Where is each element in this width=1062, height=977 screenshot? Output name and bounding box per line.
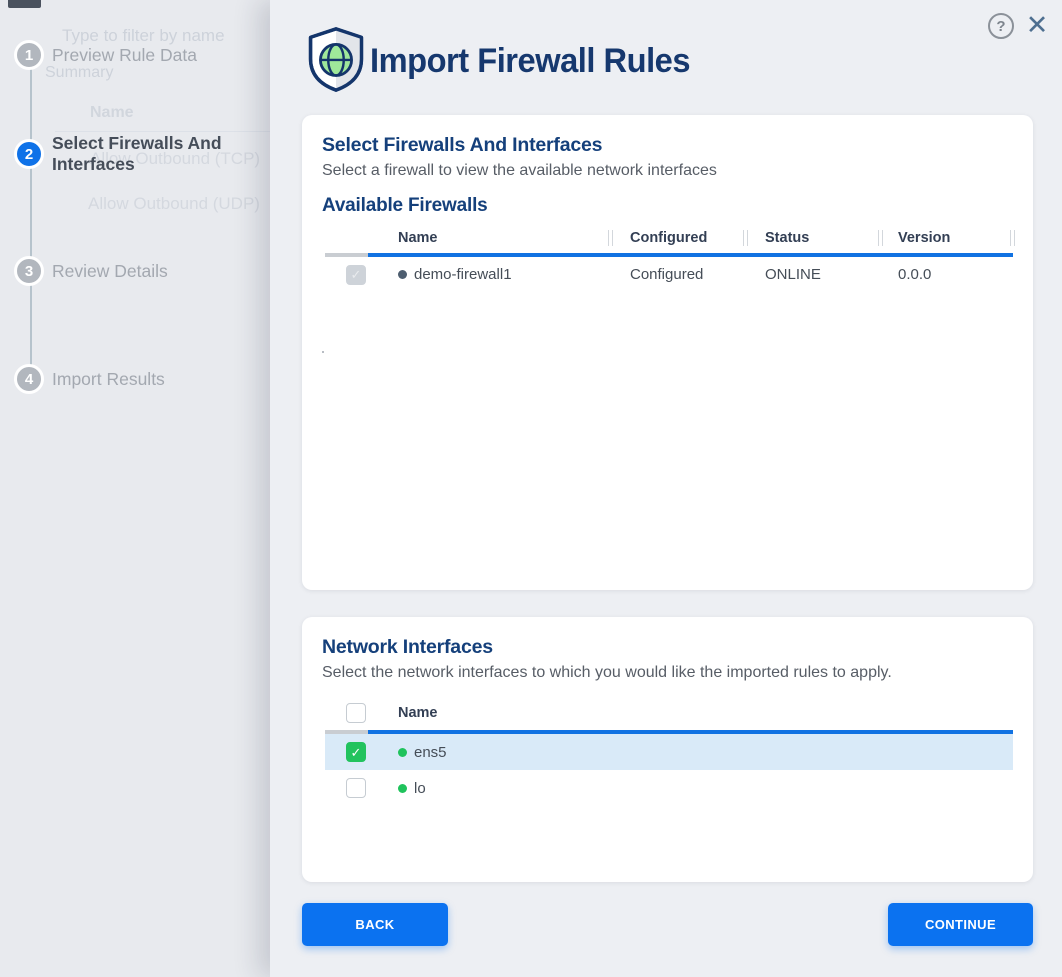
step-2-number: 2 [25,146,33,163]
interface-checkbox-lo[interactable] [346,778,366,798]
stray-dot-artifact [322,351,324,353]
step-2-select-firewalls[interactable]: 2 Select Firewalls And Interfaces [14,133,244,175]
row-checkbox-cell: ✓ [325,265,367,285]
column-header-status: Status [745,230,880,246]
close-icon: ✕ [1026,10,1049,41]
back-button[interactable]: BACK [302,903,448,946]
row-checkbox-cell [325,778,367,798]
column-header-name: Name [367,705,1013,721]
interface-row-lo[interactable]: lo [325,770,1013,806]
background-name-column-header: Name [90,104,134,122]
firewalls-card-subtitle: Select a firewall to view the available … [322,162,1013,180]
interfaces-table-header: Name [325,696,1013,730]
firewall-version: 0.0.0 [880,266,1013,283]
interfaces-card-title: Network Interfaces [322,636,1013,659]
step-3-review-details[interactable]: 3 Review Details [14,256,244,286]
row-checkbox-cell: ✓ [325,742,367,762]
close-button[interactable]: ✕ [1022,8,1052,42]
firewall-name: demo-firewall1 [414,266,512,283]
firewall-status: ONLINE [745,266,880,283]
column-header-configured: Configured [610,230,745,246]
interfaces-card: Network Interfaces Select the network in… [302,617,1033,882]
network-interfaces-table: Name ✓ ens5 [325,696,1013,806]
interface-name: lo [414,780,426,797]
background-rule-row-udp: Allow Outbound (UDP) [88,194,260,214]
checkbox-check-icon: ✓ [351,268,362,281]
status-dot-green-icon [398,748,407,757]
step-1-preview-rule-data[interactable]: 1 Preview Rule Data [14,40,244,70]
firewalls-table-header: Name Configured Status Version [325,223,1013,253]
import-firewall-rules-panel: Import Firewall Rules ? ✕ Select Firewal… [270,0,1062,977]
column-header-name: Name [367,230,610,246]
select-all-checkbox[interactable] [346,703,366,723]
interface-name: ens5 [414,744,447,761]
step-1-indicator: 1 [14,40,44,70]
available-firewalls-table: Name Configured Status Version ✓ [325,223,1013,292]
step-3-indicator: 3 [14,256,44,286]
background-divider-line [55,131,270,132]
column-resize-handle[interactable] [878,230,883,246]
background-fragment [8,0,41,8]
step-4-label: Import Results [52,369,244,390]
interface-name-cell: lo [367,780,1013,797]
interfaces-card-subtitle: Select the network interfaces to which y… [322,664,1013,682]
continue-button[interactable]: CONTINUE [888,903,1033,946]
step-3-label: Review Details [52,261,244,282]
interface-name-cell: ens5 [367,744,1013,761]
column-header-version: Version [880,230,1013,246]
step-4-number: 4 [25,371,33,388]
step-1-number: 1 [25,47,33,64]
column-resize-handle[interactable] [608,230,613,246]
firewall-row-demo-firewall1[interactable]: ✓ demo-firewall1 Configured ONLINE 0.0.0 [325,257,1013,292]
wizard-stepper-rail: Type to filter by name Summary Name Allo… [0,0,270,977]
step-4-indicator: 4 [14,364,44,394]
step-2-label: Select Firewalls And Interfaces [52,133,244,175]
firewalls-card-title: Select Firewalls And Interfaces [322,134,1013,157]
available-firewalls-heading: Available Firewalls [322,195,1013,217]
step-2-indicator: 2 [14,139,44,169]
step-1-label: Preview Rule Data [52,45,244,66]
modal-header: Import Firewall Rules ? ✕ [270,0,1062,115]
help-button[interactable]: ? [988,13,1014,39]
step-4-import-results[interactable]: 4 Import Results [14,364,244,394]
shield-globe-icon [305,26,367,92]
header-checkbox-cell [325,703,367,723]
page-title: Import Firewall Rules [370,42,690,81]
status-dot-green-icon [398,784,407,793]
status-dot-gray-icon [398,270,407,279]
column-resize-handle[interactable] [743,230,748,246]
checkbox-check-icon: ✓ [351,746,362,759]
question-mark-icon: ? [996,18,1005,35]
firewall-name-cell: demo-firewall1 [367,266,610,283]
firewall-checkbox[interactable]: ✓ [346,265,366,285]
interface-checkbox-ens5[interactable]: ✓ [346,742,366,762]
step-3-number: 3 [25,263,33,280]
firewalls-card: Select Firewalls And Interfaces Select a… [302,115,1033,590]
firewall-configured: Configured [610,266,745,283]
column-resize-handle[interactable] [1010,230,1015,246]
stepper-connector-line [30,57,32,381]
interface-row-ens5[interactable]: ✓ ens5 [325,734,1013,770]
